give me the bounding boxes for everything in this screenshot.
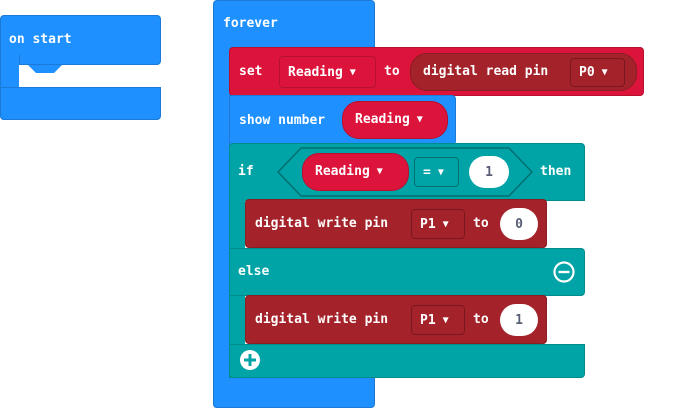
if-label: if [238,164,254,179]
set-label: set [239,64,263,79]
set-variable-name: Reading [288,64,343,80]
on-start-slot-notch [28,65,62,73]
digital-read-pin-label: digital read pin [423,64,549,79]
show-number-variable-reporter[interactable]: Reading ▼ [342,101,448,139]
set-to-label: to [384,64,400,79]
forever-footer [213,375,375,408]
compare-right-value[interactable]: 1 [469,156,509,188]
digital-read-pin-reporter[interactable]: digital read pin P0 ▼ [410,53,637,91]
chevron-down-icon: ▼ [601,66,608,78]
chevron-down-icon: ▼ [376,166,383,177]
write-pin-value: P1 [420,216,436,232]
read-pin-dropdown[interactable]: P0 ▼ [570,58,625,87]
plus-circle-icon[interactable] [238,348,262,372]
on-start-block[interactable]: on start [0,15,161,120]
show-number-label: show number [239,113,326,128]
chevron-down-icon: ▼ [416,114,423,125]
read-pin-value: P0 [579,64,595,80]
if-footer [229,344,585,378]
show-number-variable-name: Reading [355,112,410,127]
compare-left-variable[interactable]: Reading ▼ [302,153,409,191]
write-to-label: to [473,216,489,231]
else-label: else [238,264,270,279]
show-number-block[interactable]: show number Reading ▼ [229,95,456,145]
chevron-down-icon: ▼ [437,166,444,178]
compare-operator-dropdown[interactable]: = ▼ [414,157,459,187]
write-value-input[interactable]: 1 [500,304,538,336]
chevron-down-icon: ▼ [349,66,356,78]
compare-variable-name: Reading [315,164,370,179]
minus-circle-icon[interactable] [552,260,576,284]
digital-write-pin-block-else[interactable]: digital write pin P1 ▼ to 1 [245,295,547,344]
write-pin-dropdown[interactable]: P1 ▼ [411,305,465,335]
digital-write-pin-label: digital write pin [255,312,389,327]
else-header [229,248,585,296]
write-to-label: to [473,312,489,327]
then-label: then [540,164,572,179]
chevron-down-icon: ▼ [442,314,449,326]
on-start-footer [0,87,161,120]
forever-label: forever [223,16,278,31]
digital-write-pin-block-then[interactable]: digital write pin P1 ▼ to 0 [245,199,547,248]
compare-operator: = [423,164,431,180]
chevron-down-icon: ▼ [442,218,449,230]
write-value-input[interactable]: 0 [500,208,538,240]
on-start-label: on start [9,32,72,47]
write-pin-dropdown[interactable]: P1 ▼ [411,209,465,239]
digital-write-pin-label: digital write pin [255,216,389,231]
write-pin-value: P1 [420,312,436,328]
set-variable-block[interactable]: set Reading ▼ to digital read pin P0 ▼ [229,47,644,96]
set-variable-dropdown[interactable]: Reading ▼ [279,56,376,88]
